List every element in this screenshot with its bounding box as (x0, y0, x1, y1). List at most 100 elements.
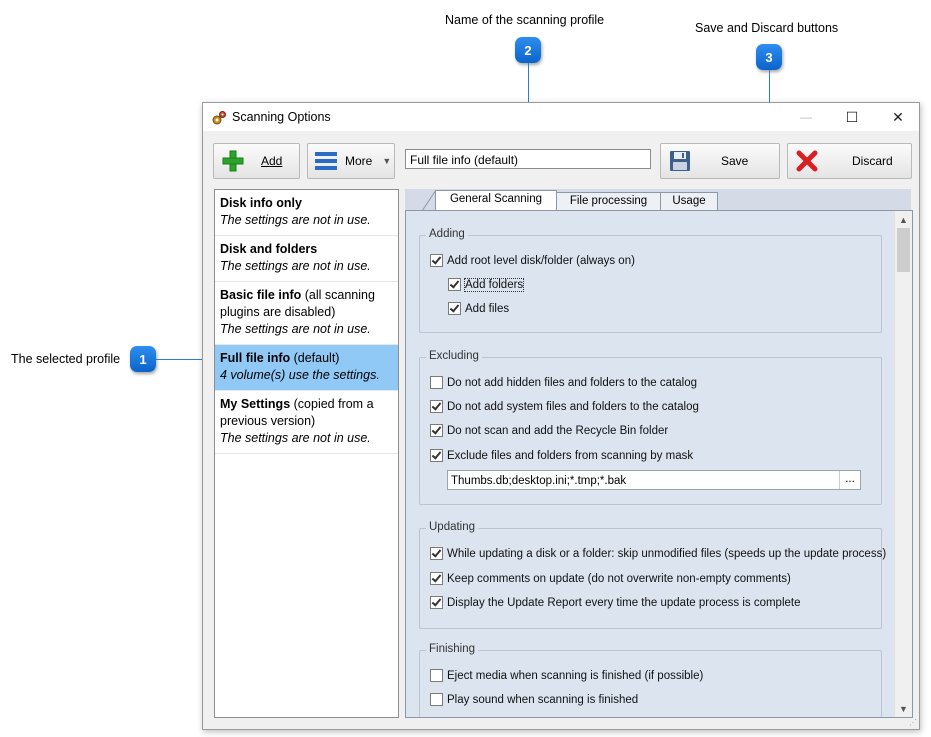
checkbox-label: Play sound when scanning is finished (447, 693, 639, 706)
tab-general-scanning[interactable]: General Scanning (435, 190, 557, 211)
callout-name-label: Name of the scanning profile (445, 13, 605, 27)
profile-note: (default) (290, 351, 340, 365)
profile-name: Full file info (220, 351, 291, 365)
profile-status: The settings are not in use. (220, 213, 371, 227)
checkbox-label: Keep comments on update (do not overwrit… (447, 572, 791, 585)
profile-name: Disk and folders (220, 242, 318, 256)
checkbox-icon (430, 376, 443, 389)
checkbox-icon (430, 400, 443, 413)
title-bar[interactable]: Scanning Options — ☐ ✕ (203, 103, 919, 131)
add-label: Add (261, 154, 283, 168)
callout-badge-3: 3 (756, 44, 782, 70)
tab-slant (422, 190, 436, 211)
profile-item-my-settings[interactable]: My Settings (copied from a previous vers… (215, 391, 398, 454)
save-button[interactable]: Save (660, 143, 780, 179)
callout-save-label: Save and Discard buttons (695, 21, 839, 35)
profile-name-input[interactable]: Full file info (default) (405, 149, 651, 169)
checkbox-icon (430, 596, 443, 609)
profile-name: My Settings (220, 397, 291, 411)
checkbox-label: Add files (465, 302, 510, 315)
group-title: Updating (426, 521, 479, 533)
checkbox-exclude-by-mask[interactable]: Exclude files and folders from scanning … (430, 449, 693, 462)
checkbox-label: Add root level disk/folder (always on) (447, 254, 635, 267)
exclude-mask-input[interactable]: Thumbs.db;desktop.ini;*.tmp;*.bak ... (447, 470, 861, 490)
gears-icon (212, 111, 226, 125)
callout-badge-2: 2 (515, 37, 541, 63)
checkbox-exclude-hidden[interactable]: Do not add hidden files and folders to t… (430, 376, 697, 389)
red-x-icon (796, 150, 818, 172)
checkbox-icon (430, 693, 443, 706)
checkbox-skip-unmodified[interactable]: While updating a disk or a folder: skip … (430, 547, 886, 560)
mask-browse-button[interactable]: ... (839, 471, 860, 489)
scroll-up-icon[interactable]: ▲ (895, 211, 912, 228)
close-button[interactable]: ✕ (875, 103, 921, 131)
checkbox-label: While updating a disk or a folder: skip … (447, 547, 887, 560)
scroll-down-icon[interactable]: ▼ (895, 700, 912, 717)
checkbox-eject-media[interactable]: Eject media when scanning is finished (i… (430, 669, 703, 682)
checkbox-keep-comments[interactable]: Keep comments on update (do not overwrit… (430, 572, 791, 585)
checkbox-add-folders[interactable]: Add folders (448, 277, 525, 292)
maximize-icon: ☐ (845, 108, 859, 125)
checkbox-add-root[interactable]: Add root level disk/folder (always on) (430, 254, 635, 267)
plus-icon (222, 150, 244, 172)
group-title: Finishing (426, 643, 479, 655)
close-icon: ✕ (892, 108, 904, 125)
checkbox-exclude-system[interactable]: Do not add system files and folders to t… (430, 400, 699, 413)
checkbox-icon (448, 278, 461, 291)
general-scanning-panel: Adding Add root level disk/folder (alway… (405, 210, 913, 718)
group-adding: Adding Add root level disk/folder (alway… (419, 228, 882, 333)
profile-status: The settings are not in use. (220, 431, 371, 445)
checkbox-label: Do not scan and add the Recycle Bin fold… (447, 424, 669, 437)
resize-grip-icon[interactable]: ⋰ (909, 719, 917, 727)
checkbox-label: Do not add hidden files and folders to t… (447, 376, 697, 389)
checkbox-icon (430, 572, 443, 585)
exclude-mask-value: Thumbs.db;desktop.ini;*.tmp;*.bak (451, 475, 627, 487)
hamburger-icon (315, 152, 337, 170)
vertical-scrollbar[interactable]: ▲ ▼ (894, 211, 912, 717)
profile-name: Disk info only (220, 196, 302, 210)
tab-usage[interactable]: Usage (660, 192, 718, 210)
checkbox-label: Eject media when scanning is finished (i… (447, 669, 704, 682)
checkbox-label: Do not add system files and folders to t… (447, 400, 699, 413)
tab-strip: General Scanning File processing Usage (405, 189, 911, 211)
profile-list: Disk info only The settings are not in u… (214, 189, 399, 718)
checkbox-label: Exclude files and folders from scanning … (447, 449, 694, 462)
checkbox-icon (430, 254, 443, 267)
discard-button[interactable]: Discard (787, 143, 912, 179)
discard-label: Discard (852, 154, 893, 168)
more-label: More (345, 154, 373, 168)
checkbox-skip-recycle-bin[interactable]: Do not scan and add the Recycle Bin fold… (430, 424, 668, 437)
profile-item-basic-file-info[interactable]: Basic file info (all scanning plugins ar… (215, 282, 398, 345)
checkbox-icon (430, 547, 443, 560)
add-button[interactable]: Add (213, 143, 300, 179)
profile-item-full-file-info[interactable]: Full file info (default) 4 volume(s) use… (215, 345, 398, 391)
group-title: Adding (426, 228, 468, 240)
callout-badge-1: 1 (130, 346, 156, 372)
profile-status: The settings are not in use. (220, 259, 371, 273)
profile-item-disk-info-only[interactable]: Disk info only The settings are not in u… (215, 190, 398, 236)
profile-status: The settings are not in use. (220, 322, 371, 336)
checkbox-display-update-report[interactable]: Display the Update Report every time the… (430, 596, 801, 609)
scanning-options-window: Scanning Options — ☐ ✕ Add More ▼ Full f… (202, 102, 920, 730)
checkbox-icon (430, 669, 443, 682)
tab-file-processing[interactable]: File processing (556, 192, 661, 210)
maximize-button[interactable]: ☐ (829, 103, 875, 131)
profile-item-disk-and-folders[interactable]: Disk and folders The settings are not in… (215, 236, 398, 282)
minimize-button[interactable]: — (783, 103, 829, 131)
checkbox-label: Display the Update Report every time the… (447, 596, 801, 609)
profile-status: 4 volume(s) use the settings. (220, 368, 380, 382)
group-finishing: Finishing Eject media when scanning is f… (419, 643, 882, 717)
minimize-icon: — (800, 110, 812, 124)
checkbox-label: Add folders (463, 277, 525, 292)
save-label: Save (721, 154, 749, 168)
dropdown-arrow-icon: ▼ (382, 156, 392, 166)
checkbox-play-sound[interactable]: Play sound when scanning is finished (430, 693, 638, 706)
more-button[interactable]: More ▼ (307, 143, 395, 179)
window-title: Scanning Options (232, 110, 331, 124)
floppy-disk-icon (670, 151, 690, 171)
callout-profile-label: The selected profile (11, 352, 121, 366)
scroll-thumb[interactable] (897, 228, 910, 272)
checkbox-add-files[interactable]: Add files (448, 302, 509, 315)
checkbox-icon (430, 449, 443, 462)
checkbox-icon (430, 424, 443, 437)
